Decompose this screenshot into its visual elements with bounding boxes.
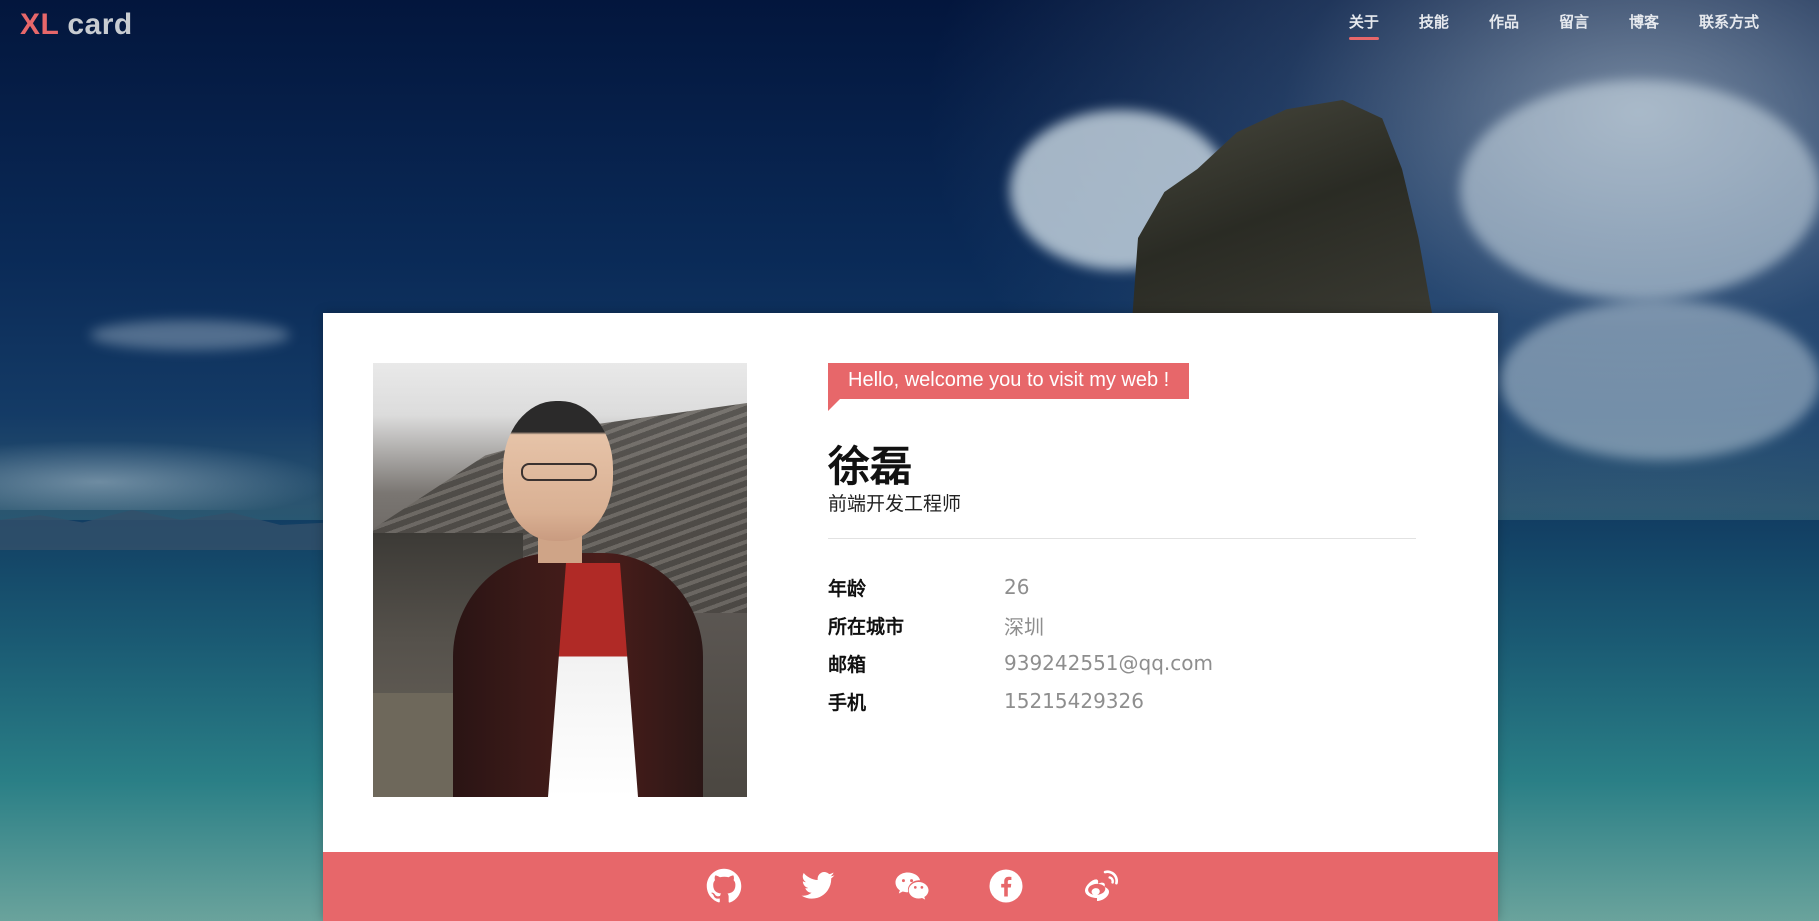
background-horizon	[0, 440, 330, 510]
background-cloud	[90, 320, 290, 350]
nav-item-about[interactable]: 关于	[1329, 14, 1399, 42]
info-row-phone: 手机 15215429326	[828, 682, 1213, 720]
main-nav: 关于 技能 作品 留言 博客 联系方式	[1329, 14, 1779, 42]
profile-info: 年龄 26 所在城市 深圳 邮箱 939242551@qq.com 手机 152…	[828, 568, 1213, 720]
info-key: 手机	[828, 691, 867, 714]
wechat-icon[interactable]	[894, 868, 930, 904]
logo-secondary: card	[67, 8, 133, 41]
site-logo[interactable]: XL card	[20, 8, 133, 42]
github-icon[interactable]	[706, 868, 742, 904]
profile-card: Hello, welcome you to visit my web ! 徐磊 …	[323, 313, 1498, 921]
profile-title: 前端开发工程师	[828, 493, 962, 515]
twitter-icon[interactable]	[800, 868, 836, 904]
nav-item-works[interactable]: 作品	[1469, 14, 1539, 42]
info-value: 939242551@qq.com	[1004, 651, 1213, 675]
background-cloud	[1500, 300, 1819, 460]
logo-primary: XL	[20, 8, 60, 41]
page: XL card 关于 技能 作品 留言 博客 联系方式 Hello, welcom…	[0, 0, 1819, 921]
greeting-banner: Hello, welcome you to visit my web !	[828, 363, 1190, 411]
weibo-icon[interactable]	[1082, 868, 1118, 904]
info-key: 所在城市	[828, 615, 905, 638]
social-icons	[706, 868, 1118, 904]
info-value: 15215429326	[1004, 689, 1144, 713]
divider	[828, 538, 1416, 539]
background-cloud	[1460, 80, 1819, 300]
nav-item-skills[interactable]: 技能	[1399, 14, 1469, 42]
photo-glasses	[521, 463, 597, 481]
info-key: 邮箱	[828, 653, 867, 676]
info-value: 深圳	[1004, 614, 1044, 639]
nav-item-blog[interactable]: 博客	[1609, 14, 1679, 42]
facebook-icon[interactable]	[988, 868, 1024, 904]
info-row-email: 邮箱 939242551@qq.com	[828, 644, 1213, 682]
nav-item-contact[interactable]: 联系方式	[1679, 14, 1779, 42]
social-bar	[323, 852, 1498, 921]
info-row-city: 所在城市 深圳	[828, 606, 1213, 644]
info-value: 26	[1004, 575, 1030, 599]
nav-item-messages[interactable]: 留言	[1539, 14, 1609, 42]
profile-photo	[373, 363, 747, 797]
profile-name: 徐磊	[828, 442, 913, 491]
info-row-age: 年龄 26	[828, 568, 1213, 606]
info-key: 年龄	[828, 577, 867, 600]
